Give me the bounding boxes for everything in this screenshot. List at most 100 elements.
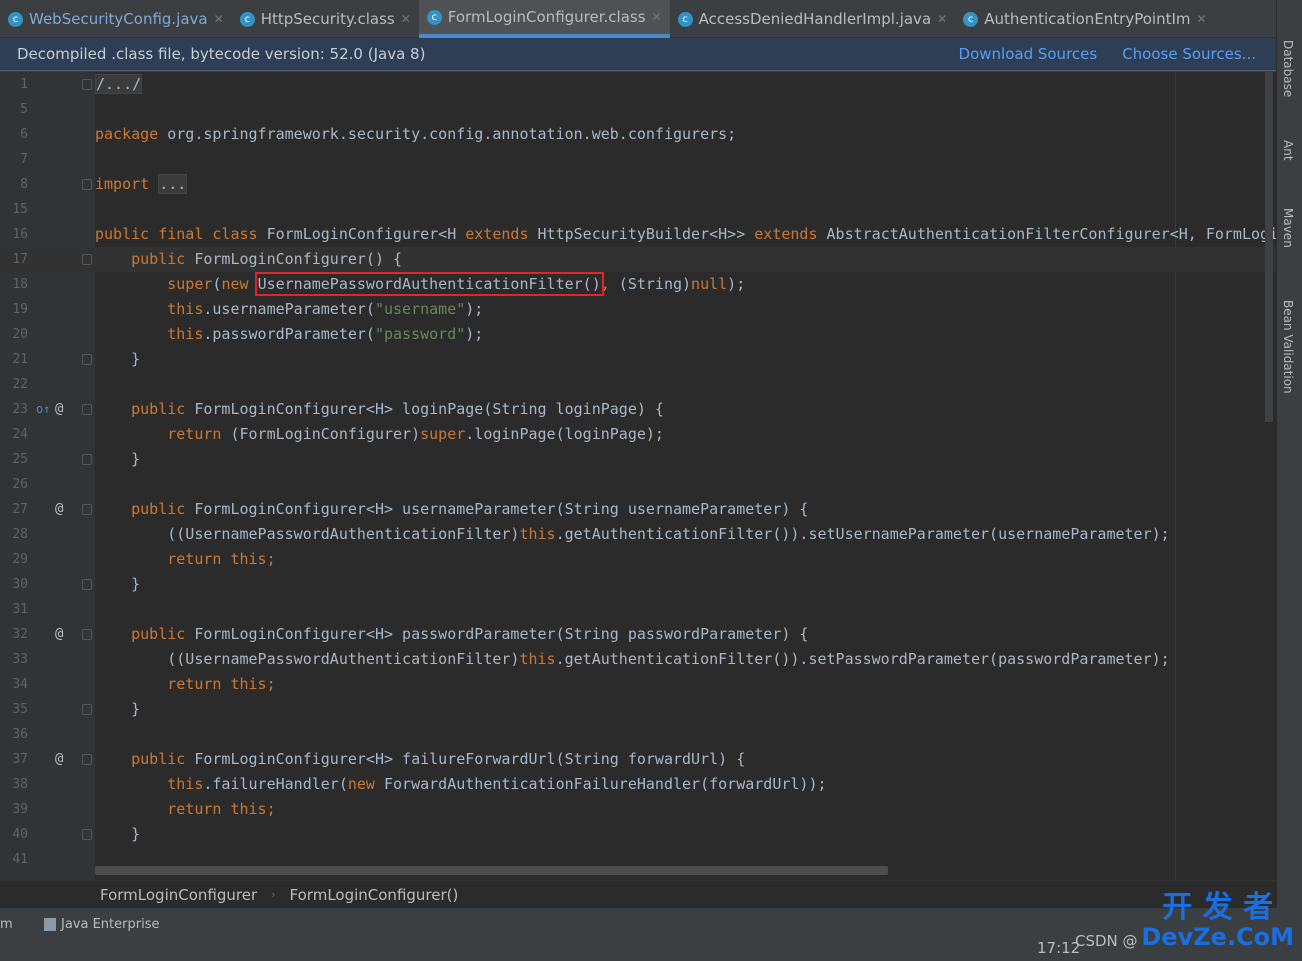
- breadcrumb-method[interactable]: FormLoginConfigurer(): [290, 886, 459, 904]
- fold-icon[interactable]: [82, 254, 92, 265]
- close-icon[interactable]: ✕: [1197, 12, 1207, 26]
- tab-label: WebSecurityConfig.java: [29, 10, 208, 28]
- tab-2[interactable]: c FormLoginConfigurer.class ✕: [418, 0, 670, 38]
- banner-text: Decompiled .class file, bytecode version…: [17, 45, 426, 63]
- tool-bean-validation[interactable]: Bean Validation: [1281, 300, 1295, 394]
- status-bar: m Java Enterprise 17:12 CSDN @: [0, 908, 1302, 961]
- line-number: 25: [12, 452, 28, 467]
- override-icon[interactable]: o↑: [36, 397, 50, 422]
- code-line: 19 this.usernameParameter("username");: [0, 297, 1276, 322]
- code-token: (FormLoginConfigurer): [230, 425, 421, 443]
- fold-icon[interactable]: [82, 754, 92, 765]
- code-token: .loginPage(loginPage);: [465, 425, 664, 443]
- folded-region[interactable]: /.../: [95, 74, 143, 94]
- line-number: 39: [12, 802, 28, 817]
- code-token: HttpSecurityBuilder<H>>: [537, 225, 755, 243]
- horizontal-scrollbar[interactable]: [95, 866, 888, 875]
- folded-region[interactable]: ...: [158, 174, 188, 194]
- code-editor[interactable]: 1 /.../ 5 6 package org.springframework.secu…: [0, 72, 1278, 880]
- code-line: 25 }: [0, 447, 1276, 472]
- code-token: this: [167, 325, 204, 343]
- tool-maven[interactable]: Maven: [1281, 208, 1295, 248]
- status-tool-partial[interactable]: m: [0, 917, 13, 932]
- tool-ant[interactable]: Ant: [1281, 140, 1295, 161]
- code-token: public: [131, 750, 195, 768]
- fold-icon[interactable]: [82, 704, 92, 715]
- class-file-icon: c: [963, 11, 979, 27]
- code-lines: 1 /.../ 5 6 package org.springframework.secu…: [0, 72, 1278, 872]
- line-number: 17: [12, 252, 28, 267]
- close-icon[interactable]: ✕: [652, 10, 662, 24]
- line-number: 15: [12, 202, 28, 217]
- code-line: 37 @ public FormLoginConfigurer<H> failur…: [0, 747, 1276, 772]
- line-number: 22: [12, 377, 28, 392]
- vertical-scrollbar[interactable]: [1265, 72, 1273, 422]
- breadcrumb-class[interactable]: FormLoginConfigurer: [100, 886, 257, 904]
- fold-icon[interactable]: [82, 454, 92, 465]
- code-token: super: [167, 275, 213, 293]
- close-icon[interactable]: ✕: [401, 12, 411, 26]
- fold-icon[interactable]: [82, 504, 92, 515]
- class-file-icon: c: [426, 9, 442, 25]
- code-token: ForwardAuthenticationFailureHandler(forw…: [384, 775, 827, 793]
- fold-icon[interactable]: [82, 354, 92, 365]
- tab-4[interactable]: c AuthenticationEntryPointIm ✕: [955, 0, 1214, 38]
- code-text: package org.springframework.security.con…: [95, 122, 736, 147]
- code-line: 38 this.failureHandler(new ForwardAuthen…: [0, 772, 1276, 797]
- tab-3[interactable]: c AccessDeniedHandlerImpl.java ✕: [670, 0, 956, 38]
- code-token: import: [95, 175, 159, 193]
- cursor-position[interactable]: 17:12: [1037, 939, 1080, 957]
- code-text: }: [95, 572, 140, 597]
- code-token: return this: [167, 550, 267, 568]
- class-file-icon: c: [677, 11, 693, 27]
- close-icon[interactable]: ✕: [214, 12, 224, 26]
- fold-icon[interactable]: [82, 829, 92, 840]
- code-token: .getAuthenticationFilter()).setUsernameP…: [555, 525, 1170, 543]
- code-token: return this: [167, 675, 267, 693]
- code-line: 17 public FormLoginConfigurer() {: [0, 247, 1276, 272]
- code-token: .passwordParameter(: [203, 325, 375, 343]
- code-line: 16 public final class FormLoginConfigurer…: [0, 222, 1278, 247]
- java-enterprise-button[interactable]: Java Enterprise: [44, 917, 159, 932]
- line-number: 31: [12, 602, 28, 617]
- download-sources-link[interactable]: Download Sources: [959, 45, 1098, 63]
- line-number: 5: [20, 102, 28, 117]
- right-tool-strip: Database Ant Maven Bean Validation: [1276, 0, 1302, 908]
- code-text: return (FormLoginConfigurer)super.loginP…: [95, 422, 664, 447]
- code-text: }: [95, 347, 140, 372]
- fold-icon[interactable]: [82, 79, 92, 90]
- code-token: this: [519, 650, 556, 668]
- fold-icon[interactable]: [82, 629, 92, 640]
- code-line: 34 return this;: [0, 672, 1276, 697]
- fold-icon[interactable]: [82, 404, 92, 415]
- code-token: ;: [266, 675, 276, 693]
- fold-icon[interactable]: [82, 179, 92, 190]
- code-line: 23 o↑ @ public FormLoginConfigurer<H> logi…: [0, 397, 1276, 422]
- code-token: this: [167, 300, 204, 318]
- line-number: 40: [12, 827, 28, 842]
- line-number: 26: [12, 477, 28, 492]
- code-line: 8 import ...: [0, 172, 1276, 197]
- tab-0[interactable]: c WebSecurityConfig.java ✕: [0, 0, 232, 38]
- tool-database[interactable]: Database: [1281, 40, 1295, 97]
- line-number: 1: [20, 77, 28, 92]
- decompiled-banner: Decompiled .class file, bytecode version…: [0, 38, 1276, 71]
- tab-1[interactable]: c HttpSecurity.class ✕: [232, 0, 419, 38]
- code-line: 22: [0, 372, 1276, 397]
- line-number: 30: [12, 577, 28, 592]
- code-line: 30 }: [0, 572, 1276, 597]
- code-text: public FormLoginConfigurer<H> failureFor…: [95, 747, 745, 772]
- line-number: 18: [12, 277, 28, 292]
- java-enterprise-label: Java Enterprise: [61, 917, 160, 932]
- code-token: new: [221, 275, 258, 293]
- line-number: 37: [12, 752, 28, 767]
- choose-sources-link[interactable]: Choose Sources...: [1122, 45, 1256, 63]
- close-icon[interactable]: ✕: [937, 12, 947, 26]
- code-text: public FormLoginConfigurer<H> loginPage(…: [95, 397, 664, 422]
- code-token: public: [131, 500, 195, 518]
- code-line: 28 ((UsernamePasswordAuthenticationFilte…: [0, 522, 1276, 547]
- fold-icon[interactable]: [82, 579, 92, 590]
